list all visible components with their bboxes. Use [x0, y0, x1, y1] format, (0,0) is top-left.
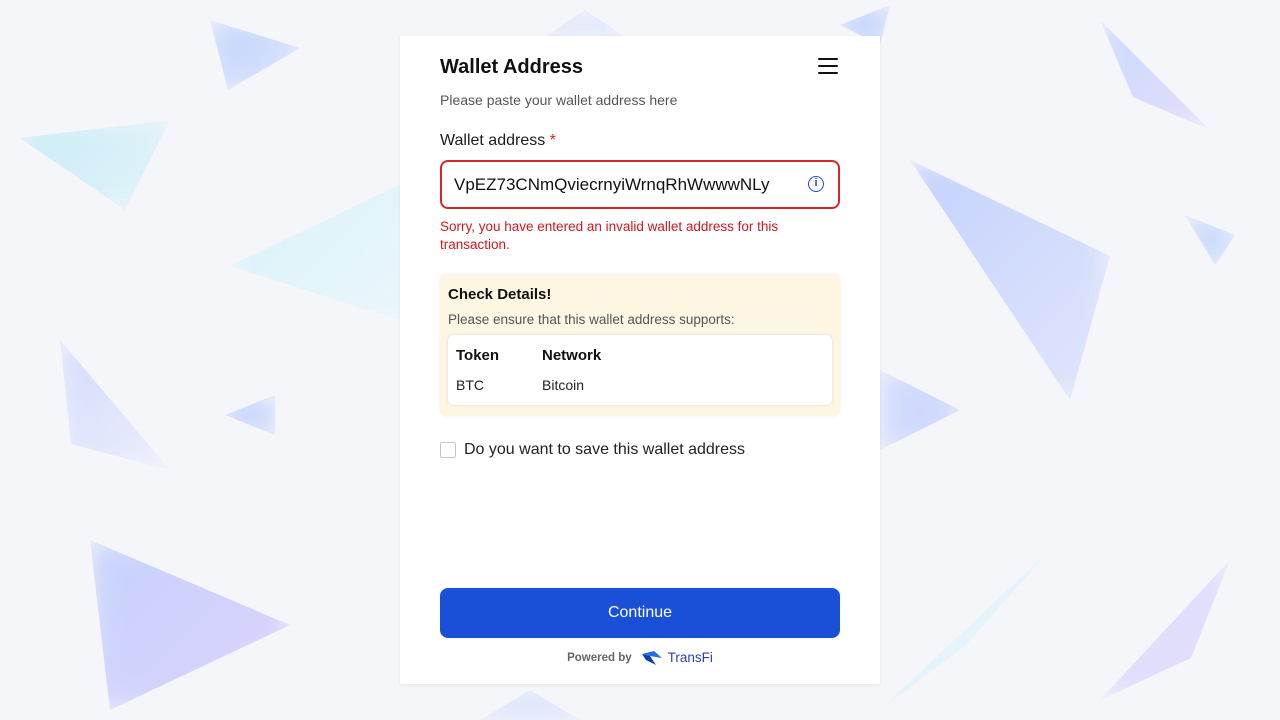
table-row: BTC Bitcoin [456, 377, 824, 393]
wallet-address-input[interactable] [454, 162, 804, 207]
supported-network-table: Token Network BTC Bitcoin [448, 335, 832, 405]
continue-button[interactable]: Continue [440, 588, 840, 638]
background-shape [1185, 215, 1235, 265]
background-shape [1100, 560, 1230, 700]
check-details-panel: Check Details! Please ensure that this w… [440, 274, 840, 416]
background-shape [880, 370, 960, 450]
column-header-network: Network [542, 347, 602, 364]
check-details-description: Please ensure that this wallet address s… [448, 312, 735, 327]
save-wallet-label: Do you want to save this wallet address [464, 441, 746, 458]
background-shape [90, 540, 290, 710]
background-shape [20, 120, 170, 210]
wallet-address-card: Wallet Address Please paste your wallet … [400, 36, 880, 684]
save-wallet-option[interactable]: Do you want to save this wallet address [440, 441, 840, 459]
background-shape [225, 395, 275, 435]
token-cell: BTC [456, 377, 484, 393]
powered-by-text: Powered by [567, 651, 632, 664]
background-shape [1100, 20, 1210, 130]
hamburger-menu-icon[interactable] [816, 58, 840, 78]
save-wallet-checkbox[interactable] [440, 442, 456, 458]
card-header: Wallet Address [440, 36, 840, 108]
check-details-title: Check Details! [448, 286, 552, 303]
error-message: Sorry, you have entered an invalid walle… [440, 219, 779, 252]
background-shape [60, 340, 170, 470]
table-header-row: Token Network [456, 347, 824, 364]
background-shape [210, 20, 300, 90]
required-marker: * [549, 132, 556, 149]
brand-name[interactable]: TransFi [668, 650, 713, 665]
page-title: Wallet Address [440, 56, 583, 78]
powered-by-footer: Powered by TransFi [400, 650, 880, 665]
wallet-address-label: Wallet address * [440, 132, 840, 150]
column-header-token: Token [456, 347, 500, 364]
background-shape [910, 160, 1110, 400]
info-circle-icon[interactable]: i [808, 176, 824, 192]
wallet-address-field-wrapper: i [440, 160, 840, 209]
transfi-logo-icon [641, 650, 662, 665]
background-shape [880, 550, 1050, 710]
wallet-address-label-text: Wallet address [440, 132, 546, 149]
network-cell: Bitcoin [542, 377, 585, 393]
background-shape [480, 690, 580, 720]
